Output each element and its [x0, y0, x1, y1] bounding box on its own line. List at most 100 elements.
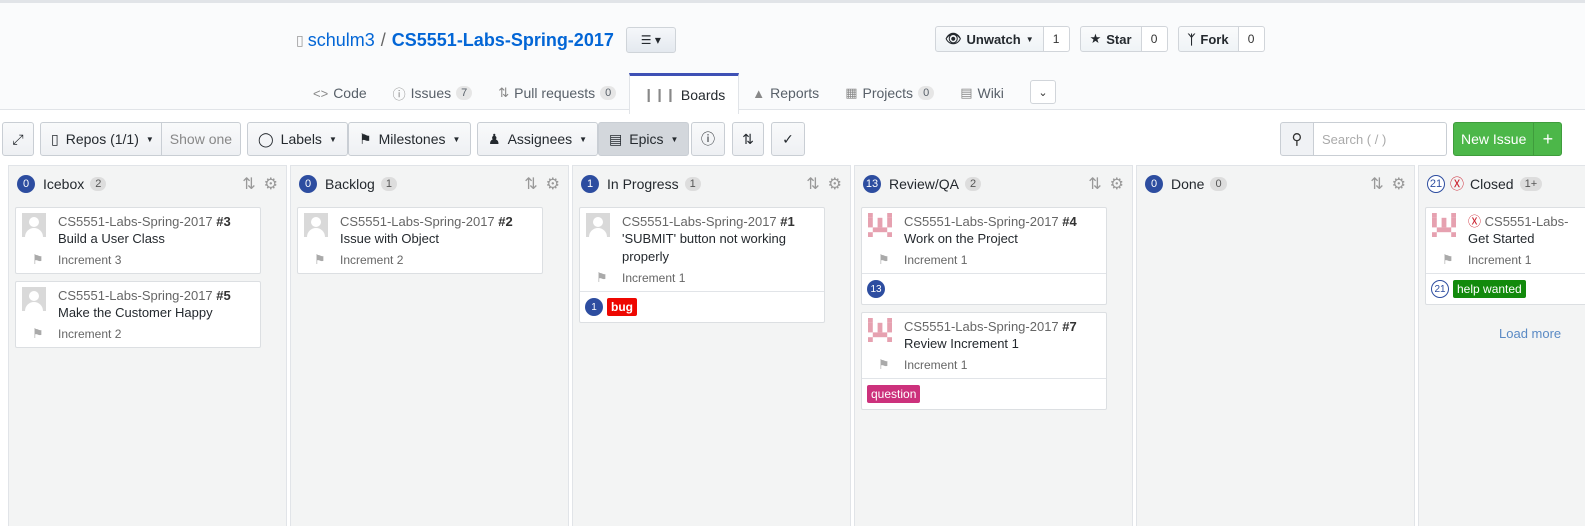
issues-toggle-button[interactable]: ⓘ — [691, 122, 725, 156]
card-estimate-badge[interactable]: 13 — [867, 280, 885, 298]
tab-wiki[interactable]: ▤ Wiki — [947, 73, 1017, 113]
star-label: Star — [1106, 31, 1132, 47]
stars-count[interactable]: 0 — [1141, 26, 1168, 52]
card-issue-number[interactable]: #3 — [216, 214, 230, 229]
gear-icon[interactable]: ⚙ — [828, 174, 842, 194]
issue-card[interactable]: Ⓧ CS5551-Labs- Get Started ⚑ Increment 1 … — [1425, 207, 1585, 305]
card-footer: 13 — [862, 273, 1106, 304]
label-question[interactable]: question — [867, 385, 921, 403]
milestones-filter[interactable]: ⚑ Milestones ▼ — [348, 122, 472, 156]
issue-card[interactable]: CS5551-Labs-Spring-2017 #1 'SUBMIT' butt… — [579, 207, 825, 323]
search-input[interactable] — [1314, 122, 1447, 156]
assignees-filter[interactable]: ♟ Assignees ▼ — [477, 122, 599, 156]
column-tools: ⇅ ⚙ — [1370, 174, 1406, 194]
repo-list-menu-button[interactable]: ☰ ▾ — [625, 27, 676, 53]
label-bug[interactable]: bug — [607, 298, 637, 316]
card-title[interactable]: Review Increment 1 — [904, 335, 1098, 353]
column-title: Closed — [1470, 176, 1514, 192]
search-button[interactable]: ⚲ — [1280, 122, 1314, 156]
card-title[interactable]: Get Started — [1468, 230, 1585, 248]
pull-requests-toggle-button[interactable]: ⇅ — [732, 122, 764, 156]
labels-filter[interactable]: ◯ Labels ▼ — [247, 122, 348, 156]
unwatch-button[interactable]: 👁 Unwatch ▼ — [935, 26, 1044, 52]
repo-icon: ▯ — [296, 31, 304, 48]
closed-issues-toggle-button[interactable]: ✓ — [771, 122, 805, 156]
card-issue-number[interactable]: #2 — [498, 214, 512, 229]
column-header: 1 In Progress 1 ⇅ ⚙ — [581, 174, 842, 194]
fullscreen-button[interactable]: ⤢ — [2, 122, 34, 156]
card-issue-number[interactable]: #4 — [1062, 214, 1076, 229]
issue-card[interactable]: CS5551-Labs-Spring-2017 #3 Build a User … — [15, 207, 261, 274]
unwatch-group: 👁 Unwatch ▼ 1 — [935, 26, 1070, 52]
card-title[interactable]: Make the Customer Happy — [58, 304, 252, 322]
tab-boards[interactable]: ❙❙❙ Boards — [629, 73, 740, 114]
sort-icon[interactable]: ⇅ — [242, 174, 255, 194]
repo-tabs: <> Code ⓘ Issues 7 ⇅ Pull requests 0 ❙❙❙… — [300, 73, 1017, 114]
tab-projects[interactable]: ▦ Projects 0 — [832, 73, 947, 113]
issue-card[interactable]: CS5551-Labs-Spring-2017 #2 Issue with Ob… — [297, 207, 543, 274]
search-box: ⚲ — [1280, 122, 1447, 156]
card-issue-number[interactable]: #5 — [216, 288, 230, 303]
sort-icon[interactable]: ⇅ — [1088, 174, 1101, 194]
card-title[interactable]: Build a User Class — [58, 230, 252, 248]
load-more-link[interactable]: Load more — [1499, 326, 1561, 341]
forks-count[interactable]: 0 — [1238, 26, 1265, 52]
tab-code[interactable]: <> Code — [300, 73, 380, 113]
card-repo: CS5551-Labs-Spring-2017 — [340, 214, 495, 229]
identicon-icon — [1432, 213, 1456, 237]
card-milestone: Increment 2 — [340, 253, 404, 267]
issue-icon: ⓘ — [392, 86, 406, 102]
label-help-wanted[interactable]: help wanted — [1453, 280, 1526, 298]
milestone-icon: ⚑ — [32, 326, 44, 341]
show-one-button[interactable]: Show one — [160, 123, 240, 155]
card-title[interactable]: Work on the Project — [904, 230, 1098, 248]
column-estimate-badge: 0 — [17, 175, 35, 193]
gear-icon[interactable]: ⚙ — [264, 174, 278, 194]
repo-owner-link[interactable]: schulm3 — [308, 30, 375, 51]
avatar — [22, 287, 46, 311]
star-button[interactable]: ★ Star — [1079, 26, 1142, 52]
card-title[interactable]: 'SUBMIT' button not working properly — [622, 230, 816, 266]
watchers-count[interactable]: 1 — [1043, 26, 1070, 52]
eye-icon: 👁 — [945, 31, 962, 46]
repos-filter[interactable]: ▯ Repos (1/1) ▼ Show one — [40, 122, 242, 156]
closed-issue-icon: Ⓧ — [1468, 214, 1482, 229]
card-issue-number[interactable]: #1 — [780, 214, 794, 229]
sort-icon[interactable]: ⇅ — [806, 174, 819, 194]
milestone-icon: ⚑ — [359, 130, 372, 147]
issue-card[interactable]: CS5551-Labs-Spring-2017 #4 Work on the P… — [861, 207, 1107, 305]
card-footer: 1 bug — [580, 291, 824, 322]
closed-issue-icon: Ⓧ — [1450, 176, 1464, 192]
fork-button[interactable]: ᛉ Fork — [1177, 26, 1239, 52]
board-column-done: 0 Done 0 ⇅ ⚙ — [1136, 165, 1415, 526]
assignees-filter-label: Assignees — [507, 131, 573, 147]
column-issue-count: 1 — [684, 177, 701, 191]
card-estimate-badge[interactable]: 21 — [1431, 280, 1449, 298]
issue-card[interactable]: CS5551-Labs-Spring-2017 #5 Make the Cust… — [15, 281, 261, 348]
card-milestone: Increment 1 — [904, 358, 968, 372]
sort-icon[interactable]: ⇅ — [524, 174, 537, 194]
chevron-down-icon: ▼ — [579, 134, 588, 144]
board-column-icebox: 0 Icebox 2 ⇅ ⚙ CS5551-Labs-Spring-2017 #… — [8, 165, 287, 526]
chevron-down-icon: ▼ — [328, 134, 337, 144]
more-tabs-button[interactable]: ⌄ — [1030, 80, 1056, 104]
tab-issues[interactable]: ⓘ Issues 7 — [380, 73, 486, 113]
epics-filter[interactable]: ▤ Epics ▼ — [598, 122, 690, 156]
gear-icon[interactable]: ⚙ — [1110, 174, 1124, 194]
tab-pull-requests[interactable]: ⇅ Pull requests 0 — [485, 73, 629, 113]
sort-icon[interactable]: ⇅ — [1370, 174, 1383, 194]
chevron-down-icon: ▼ — [670, 134, 679, 144]
card-repo: CS5551-Labs- — [1484, 214, 1569, 229]
card-title[interactable]: Issue with Object — [340, 230, 534, 248]
labels-filter-label: Labels — [280, 131, 322, 147]
new-issue-button[interactable]: New Issue + — [1453, 122, 1563, 156]
card-estimate-badge[interactable]: 1 — [585, 298, 603, 316]
repo-name-link[interactable]: CS5551-Labs-Spring-2017 — [392, 30, 614, 51]
milestone-icon: ⚑ — [878, 252, 890, 267]
gear-icon[interactable]: ⚙ — [1392, 174, 1406, 194]
card-issue-number[interactable]: #7 — [1062, 319, 1076, 334]
tab-reports[interactable]: ▲ Reports — [739, 73, 832, 113]
issue-card[interactable]: CS5551-Labs-Spring-2017 #7 Review Increm… — [861, 312, 1107, 410]
gear-icon[interactable]: ⚙ — [546, 174, 560, 194]
identicon-icon — [868, 213, 892, 237]
